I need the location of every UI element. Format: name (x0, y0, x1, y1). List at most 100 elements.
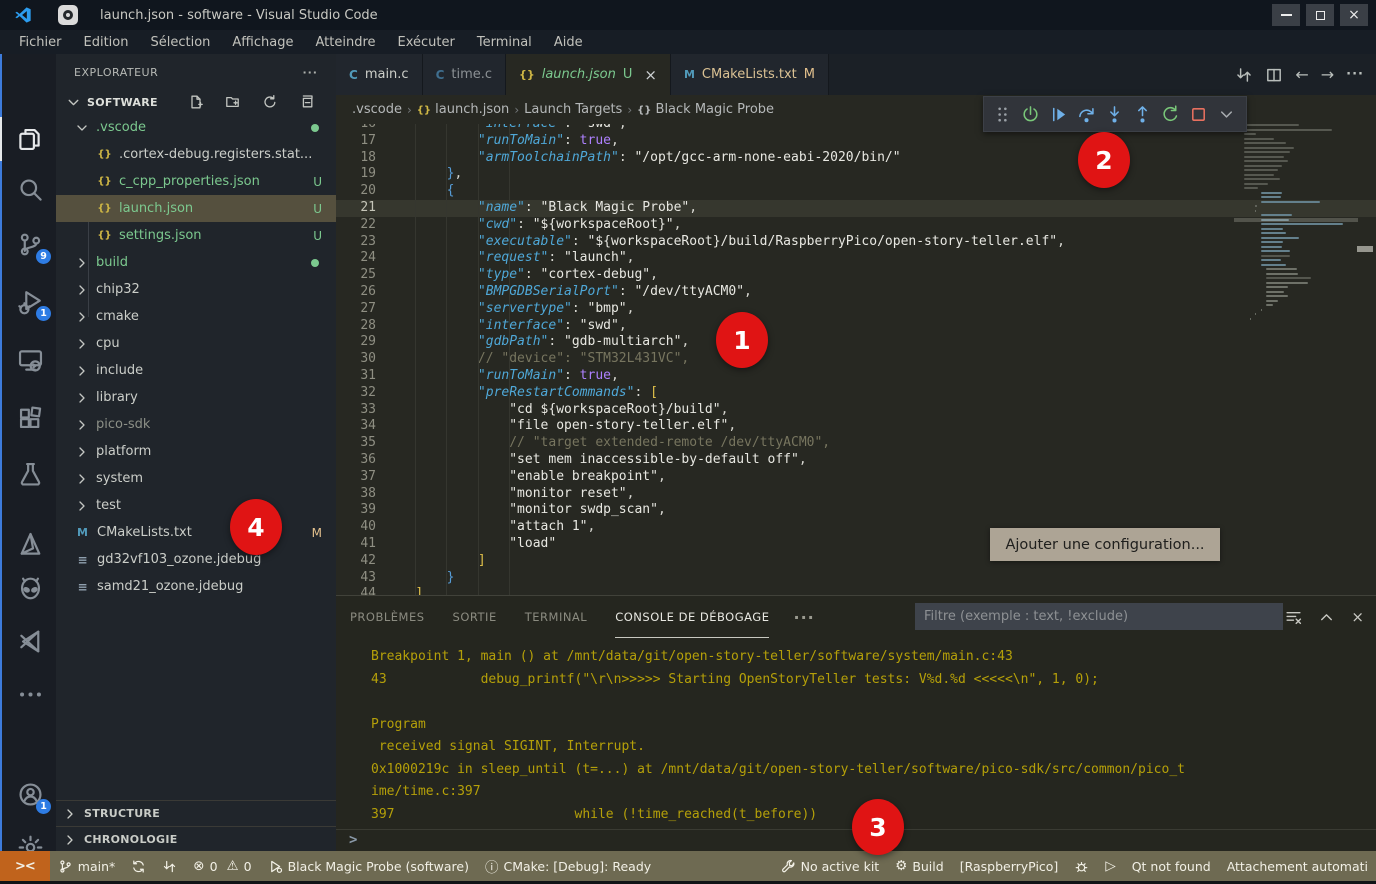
power-button[interactable] (1016, 100, 1044, 128)
tree-item-include[interactable]: include (56, 357, 336, 384)
breadcrumb-item-black-magic-probe[interactable]: {} Black Magic Probe (637, 102, 774, 117)
close-panel-icon[interactable]: × (1351, 608, 1364, 626)
tab-launch-json[interactable]: {} launch.json U × (506, 54, 671, 95)
clear-console-icon[interactable] (1285, 609, 1302, 626)
breadcrumb-item-launch-json[interactable]: {} launch.json (417, 102, 510, 117)
code-line-40[interactable]: 40 "attach 1", (336, 519, 1376, 536)
activity-source-control[interactable]: 9 (2, 222, 58, 266)
panel-tab-sortie[interactable]: SORTIE (453, 596, 497, 638)
tab-cmakelists-txt[interactable]: M CMakeLists.txt M (671, 54, 829, 95)
code-line-19[interactable]: 19 }, (336, 166, 1376, 183)
code-line-21[interactable]: 21 "name": "Black Magic Probe", (336, 200, 1376, 217)
code-line-17[interactable]: 17 "runToMain": true, (336, 133, 1376, 150)
open-changes-icon[interactable] (1235, 66, 1253, 84)
code-line-18[interactable]: 18 "armToolchainPath": "/opt/gcc-arm-non… (336, 150, 1376, 167)
status-compare[interactable] (154, 851, 185, 881)
status-qt-not-found[interactable]: Qt not found (1124, 851, 1219, 881)
status-sync[interactable] (123, 851, 154, 881)
tab-time-c[interactable]: C time.c (423, 54, 506, 95)
menu-item-fichier[interactable]: Fichier (8, 30, 73, 54)
activity-run-and-debug[interactable]: 1 (2, 279, 58, 323)
tree-item-cortex-debug-registers-stat[interactable]: {}.cortex-debug.registers.stat... (56, 141, 336, 168)
tree-item-platform[interactable]: platform (56, 438, 336, 465)
tree-item-build[interactable]: build (56, 249, 336, 276)
tree-item-test[interactable]: test (56, 492, 336, 519)
tree-item-cmakelists-txt[interactable]: MCMakeLists.txtM (56, 519, 336, 546)
status-no-active-kit[interactable]: No active kit (773, 851, 888, 881)
panel-tab-terminal[interactable]: TERMINAL (525, 596, 587, 638)
status-play[interactable]: ▷ (1097, 851, 1123, 881)
tree-item-cmake[interactable]: cmake (56, 303, 336, 330)
code-line-27[interactable]: 27 "servertype": "bmp", (336, 301, 1376, 318)
forward-icon[interactable]: → (1321, 65, 1334, 84)
menu-item-executer[interactable]: Exécuter (387, 30, 466, 54)
section-chronologie[interactable]: CHRONOLOGIE (56, 826, 336, 852)
code-line-29[interactable]: 29 "gdbPath": "gdb-multiarch", (336, 334, 1376, 351)
grip-button[interactable] (988, 100, 1016, 128)
code-line-30[interactable]: 30 // "device": "STM32L431VC", (336, 351, 1376, 368)
tree-item-cpu[interactable]: cpu (56, 330, 336, 357)
code-line-39[interactable]: 39 "monitor swdp_scan", (336, 502, 1376, 519)
panel-tab-problemes[interactable]: PROBLÈMES (350, 596, 425, 638)
activity-remote-explorer[interactable] (2, 337, 58, 381)
code-line-20[interactable]: 20 { (336, 183, 1376, 200)
close-tab-icon[interactable]: × (644, 66, 657, 84)
breadcrumb-item-vscode[interactable]: .vscode (352, 102, 402, 117)
step-into-button[interactable] (1100, 100, 1128, 128)
maximize-panel-icon[interactable] (1318, 609, 1335, 626)
activity-more[interactable] (2, 672, 58, 716)
section-software[interactable]: SOFTWARE (56, 90, 336, 114)
code-line-32[interactable]: 32 "preRestartCommands": [ (336, 385, 1376, 402)
code-line-23[interactable]: 23 "executable": "${workspaceRoot}/build… (336, 234, 1376, 251)
code-line-33[interactable]: 33 "cd ${workspaceRoot}/build", (336, 402, 1376, 419)
activity-explorer[interactable] (0, 117, 56, 161)
maximize-button[interactable] (1306, 4, 1334, 26)
collapse-all-icon[interactable] (299, 94, 315, 110)
activity-extensions[interactable] (2, 396, 58, 440)
continue-button[interactable] (1044, 100, 1072, 128)
tree-item-gd32vf103-ozone-jdebug[interactable]: ≡gd32vf103_ozone.jdebug (56, 546, 336, 573)
tree-item-samd21-ozone-jdebug[interactable]: ≡samd21_ozone.jdebug (56, 573, 336, 600)
tree-item-vscode[interactable]: .vscode (56, 114, 336, 141)
menu-item-affichage[interactable]: Affichage (221, 30, 304, 54)
menu-item-atteindre[interactable]: Atteindre (304, 30, 386, 54)
code-line-34[interactable]: 34 "file open-story-teller.elf", (336, 418, 1376, 435)
activity-search[interactable] (2, 167, 58, 211)
code-line-37[interactable]: 37 "enable breakpoint", (336, 469, 1376, 486)
code-line-26[interactable]: 26 "BMPGDBSerialPort": "/dev/ttyACM0", (336, 284, 1376, 301)
status-bug[interactable] (1066, 851, 1097, 881)
status-main[interactable]: main* (50, 851, 123, 881)
code-line-22[interactable]: 22 "cwd": "${workspaceRoot}", (336, 217, 1376, 234)
refresh-icon[interactable] (262, 94, 278, 110)
minimap[interactable] (1240, 124, 1352, 544)
tree-item-library[interactable]: library (56, 384, 336, 411)
menu-item-aide[interactable]: Aide (543, 30, 594, 54)
code-line-42[interactable]: 42 ] (336, 553, 1376, 570)
code-editor[interactable]: 16 "interface": "swd", 17 "runToMain": t… (336, 124, 1376, 595)
tree-item-pico-sdk[interactable]: pico-sdk (56, 411, 336, 438)
activity-testing[interactable] (2, 452, 58, 496)
code-line-38[interactable]: 38 "monitor reset", (336, 486, 1376, 503)
status-raspberrypico[interactable]: [RaspberryPico] (952, 851, 1067, 881)
code-line-43[interactable]: 43 } (336, 570, 1376, 587)
panel-more-icon[interactable]: ··· (793, 608, 814, 627)
code-line-31[interactable]: 31 "runToMain": true, (336, 368, 1376, 385)
stop-button[interactable] (1184, 100, 1212, 128)
sidebar-more-icon[interactable]: ··· (302, 66, 318, 79)
code-line-36[interactable]: 36 "set mem inaccessible-by-default off"… (336, 452, 1376, 469)
code-line-44[interactable]: 44 ] (336, 586, 1376, 595)
breadcrumb-item-launch-targets[interactable]: Launch Targets (524, 102, 622, 117)
tree-item-system[interactable]: system (56, 465, 336, 492)
activity-alien-robot[interactable] (2, 568, 58, 612)
tab-main-c[interactable]: C main.c (336, 54, 423, 95)
panel-tab-console-de-debogage[interactable]: CONSOLE DE DÉBOGAGE (615, 596, 769, 638)
code-line-41[interactable]: 41 "load" (336, 536, 1376, 553)
code-line-24[interactable]: 24 "request": "launch", (336, 250, 1376, 267)
tree-item-chip32[interactable]: chip32 (56, 276, 336, 303)
more-actions-icon[interactable]: ··· (1346, 67, 1364, 82)
activity-cmake-tools[interactable] (2, 522, 58, 566)
menu-item-terminal[interactable]: Terminal (466, 30, 543, 54)
remote-indicator[interactable]: >< (0, 851, 50, 881)
status-black-magic-probe-software[interactable]: Black Magic Probe (software) (260, 851, 477, 881)
tree-item-c-cpp-properties-json[interactable]: {}c_cpp_properties.jsonU (56, 168, 336, 195)
